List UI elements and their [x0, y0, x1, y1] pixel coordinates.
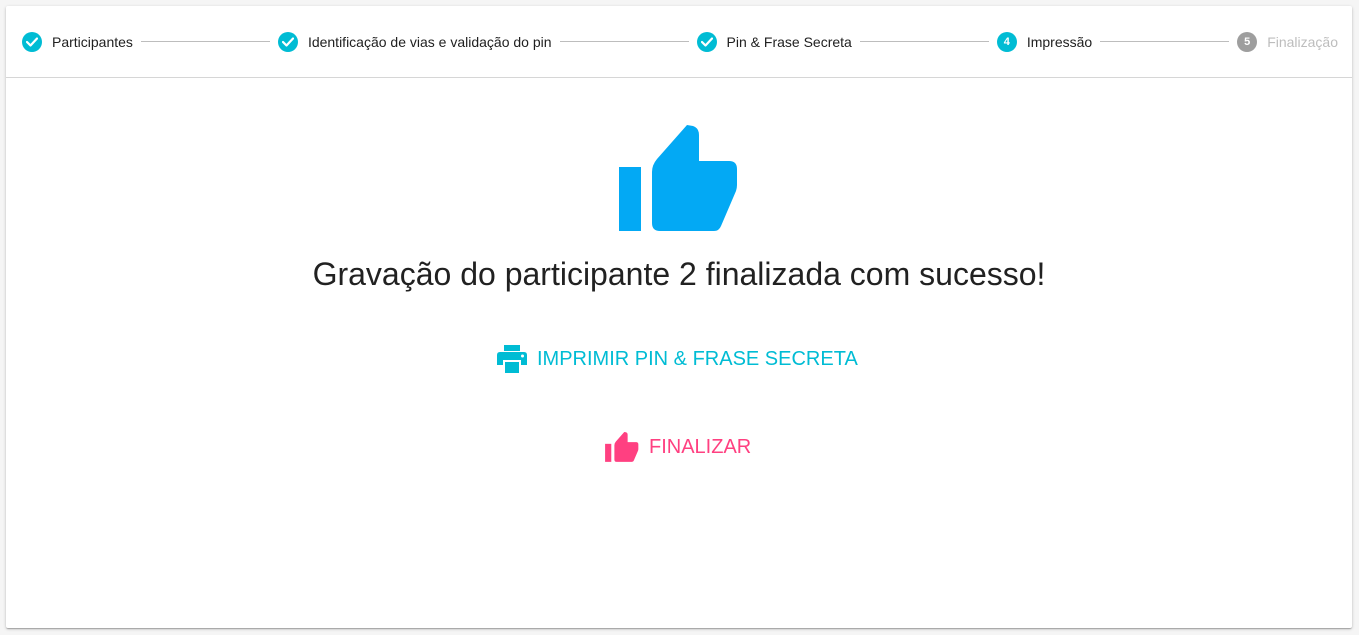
step-number: 5 [1244, 35, 1251, 48]
stepper: Participantes Identificação de vias e va… [6, 6, 1352, 78]
step-content: Gravação do participante 2 finalizada co… [6, 79, 1352, 628]
step-label: Impressão [1026, 33, 1093, 50]
step-label: Participantes [52, 33, 133, 50]
thumbs-up-icon [605, 432, 639, 463]
step-label: Pin & Frase Secreta [726, 33, 852, 50]
step-pin-frase[interactable]: Pin & Frase Secreta [696, 31, 852, 52]
step-number: 4 [1003, 35, 1010, 48]
step-finalizacao: 5 Finalização [1237, 31, 1339, 52]
step-participantes[interactable]: Participantes [22, 31, 133, 52]
step-connector [140, 41, 270, 42]
step-connector [859, 41, 989, 42]
step-connector [1100, 41, 1230, 42]
step-label: Finalização [1267, 33, 1339, 50]
step-identificacao[interactable]: Identificação de vias e validação do pin [277, 31, 552, 52]
step-connector [559, 41, 689, 42]
thumbs-up-icon [619, 125, 737, 231]
print-pin-label: IMPRIMIR PIN & FRASE SECRETA [537, 347, 858, 370]
success-message: Gravação do participante 2 finalizada co… [312, 256, 1046, 292]
step-impressao[interactable]: 4 Impressão [996, 31, 1093, 52]
step-number-badge: 5 [1237, 31, 1258, 52]
finalize-button[interactable]: FINALIZAR [605, 432, 751, 463]
print-pin-button[interactable]: IMPRIMIR PIN & FRASE SECRETA [497, 345, 858, 373]
finalize-label: FINALIZAR [649, 436, 752, 458]
check-icon [277, 31, 298, 52]
check-icon [22, 31, 42, 52]
step-number-badge: 4 [996, 31, 1017, 52]
wizard-card: Participantes Identificação de vias e va… [6, 6, 1352, 628]
printer-icon [497, 345, 527, 373]
check-icon [696, 31, 717, 52]
step-label: Identificação de vias e validação do pin [307, 33, 552, 50]
